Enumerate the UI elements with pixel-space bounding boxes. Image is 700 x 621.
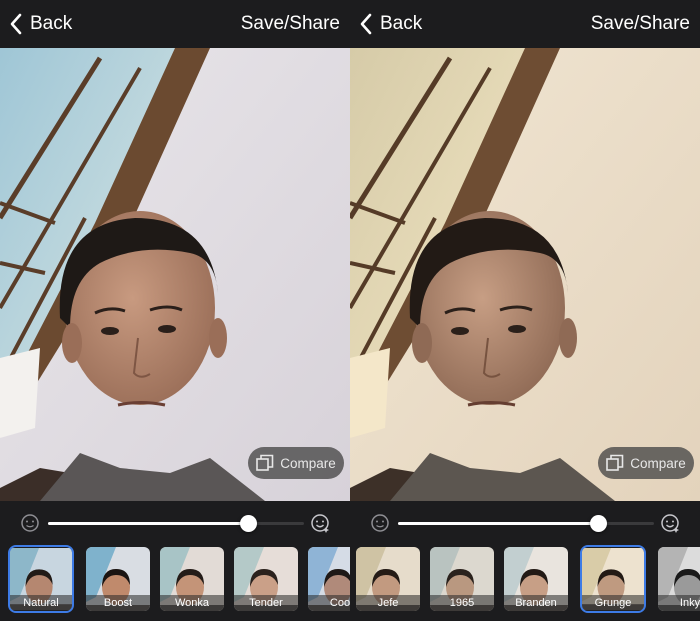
back-label: Back <box>30 13 73 34</box>
editor-panel-right: Back Save/Share Compare Jefe 1965 Brande… <box>350 0 700 621</box>
back-label: Back <box>380 13 423 34</box>
slider-thumb[interactable] <box>239 515 257 532</box>
back-button[interactable]: Back <box>358 10 422 38</box>
screens: Back Save/Share Compare Natural Boost Wo… <box>0 0 700 621</box>
filter-label: Jefe <box>356 595 420 611</box>
filter-label: Grunge <box>582 595 644 611</box>
filter-label: Natural <box>10 595 72 611</box>
filter-grunge[interactable]: Grunge <box>580 545 646 613</box>
filter-inky[interactable]: Inky <box>658 547 700 611</box>
selfie-photo-filtered <box>350 48 700 501</box>
intensity-slider[interactable] <box>398 515 654 532</box>
intensity-slider-row <box>350 501 700 545</box>
top-bar: Back Save/Share <box>0 0 350 48</box>
slider-fill <box>48 522 248 525</box>
save-share-button[interactable]: Save/Share <box>591 10 690 38</box>
filter-label: Wonka <box>160 595 224 611</box>
intensity-slider-row <box>0 501 350 545</box>
filter-1965[interactable]: 1965 <box>430 547 494 611</box>
photo-preview <box>0 48 350 501</box>
face-sparkle-icon <box>311 514 329 533</box>
editor-panel-left: Back Save/Share Compare Natural Boost Wo… <box>0 0 350 621</box>
compare-button[interactable]: Compare <box>248 447 344 479</box>
face-neutral-icon <box>371 514 389 532</box>
chevron-left-icon <box>10 13 22 35</box>
filter-boost[interactable]: Boost <box>86 547 150 611</box>
compare-label: Compare <box>280 455 336 471</box>
filter-strip: Jefe 1965 Branden Grunge Inky <box>350 545 700 621</box>
filter-label: Tender <box>234 595 298 611</box>
filter-tender[interactable]: Tender <box>234 547 298 611</box>
face-sparkle-icon <box>661 514 679 533</box>
filter-strip: Natural Boost Wonka Tender Coo <box>0 545 350 621</box>
top-bar: Back Save/Share <box>350 0 700 48</box>
filter-label: Branden <box>504 595 568 611</box>
filter-natural[interactable]: Natural <box>8 545 74 613</box>
compare-layers-icon <box>256 454 274 471</box>
photo-preview <box>350 48 700 501</box>
filter-jefe[interactable]: Jefe <box>356 547 420 611</box>
filter-label: 1965 <box>430 595 494 611</box>
selfie-photo <box>0 48 350 501</box>
filter-branden[interactable]: Branden <box>504 547 568 611</box>
intensity-slider[interactable] <box>48 515 304 532</box>
compare-layers-icon <box>606 454 624 471</box>
filter-coo[interactable]: Coo <box>308 547 350 611</box>
compare-label: Compare <box>630 455 686 471</box>
filter-label: Boost <box>86 595 150 611</box>
save-share-button[interactable]: Save/Share <box>241 10 340 38</box>
slider-fill <box>398 522 598 525</box>
back-button[interactable]: Back <box>8 10 72 38</box>
filter-label: Coo <box>308 595 350 611</box>
compare-button[interactable]: Compare <box>598 447 694 479</box>
face-neutral-icon <box>21 514 39 532</box>
chevron-left-icon <box>360 13 372 35</box>
slider-thumb[interactable] <box>589 515 607 532</box>
filter-label: Inky <box>658 595 700 611</box>
filter-wonka[interactable]: Wonka <box>160 547 224 611</box>
